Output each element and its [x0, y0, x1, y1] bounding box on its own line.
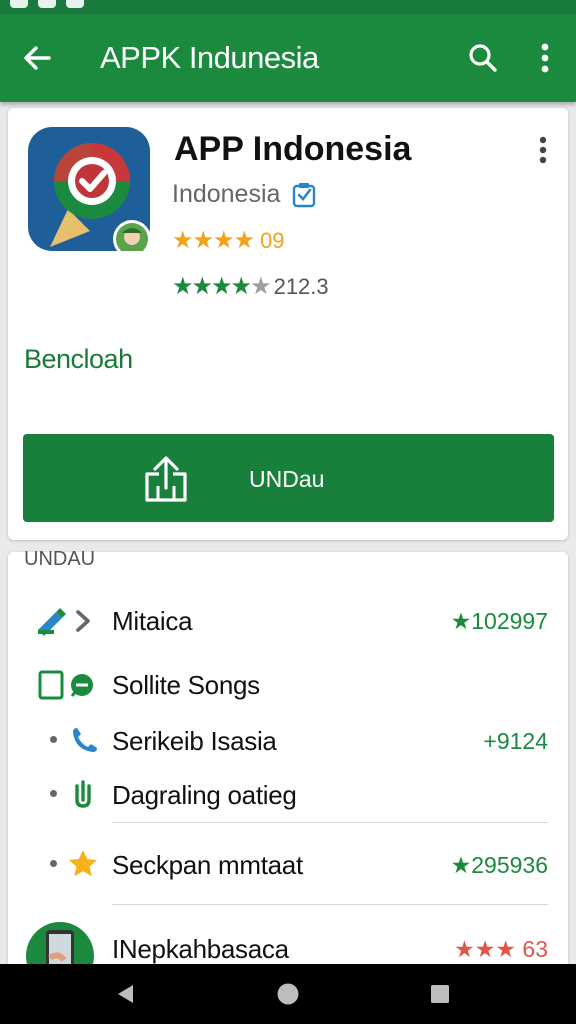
review-row: ★★★★★ 212.3 [172, 272, 329, 301]
developer-row[interactable]: Indonesia [172, 180, 316, 209]
review-stars: ★★★★★ [172, 273, 272, 300]
app-bar: APPK Indunesia [0, 14, 576, 102]
bullet [50, 790, 57, 797]
rating-stars: ★★★★ [172, 227, 255, 254]
developer-name: Indonesia [172, 180, 281, 208]
search-button[interactable] [459, 34, 507, 82]
square-recents-icon [431, 985, 449, 1003]
chat-page-icon [36, 668, 98, 700]
navigation-bar [0, 964, 576, 1024]
divider [112, 822, 548, 823]
list-item-value: ★295936 [450, 852, 548, 878]
list-item-label: Sollite Songs [112, 670, 260, 700]
list-item-value: ★102997 [450, 608, 548, 634]
back-button[interactable] [13, 34, 61, 82]
edit-pencil-icon [34, 604, 96, 636]
more-vert-icon [539, 136, 547, 164]
list-item[interactable]: Serikeib Isasia +9124 [8, 712, 568, 766]
download-icon [66, 778, 100, 810]
app-icon [28, 127, 151, 258]
rating-value: 09 [260, 227, 285, 253]
list-item-label: Mitaica [112, 606, 193, 636]
list-item-label: Dagraling oatieg [112, 780, 297, 810]
share-upload-icon [145, 456, 187, 502]
download-label: Bencloah [24, 344, 133, 374]
list-item-label: INepkahbasaca [112, 934, 289, 964]
more-vert-icon [541, 43, 549, 73]
divider [112, 904, 548, 905]
list-item[interactable]: Mitaica ★102997 [8, 592, 568, 646]
list-item[interactable]: Sollite Songs [8, 656, 568, 710]
list-item-label: Serikeib Isasia [112, 726, 277, 756]
app-bar-title: APPK Indunesia [100, 40, 319, 75]
list-item[interactable]: Seckpan mmtaat ★295936 [8, 836, 568, 890]
notification-icon [10, 0, 28, 8]
list-item-value: +9124 [483, 728, 548, 754]
nav-recents-button[interactable] [420, 978, 460, 1010]
app-detail-card: APP Indonesia Indonesia ★★★★ 09 ★★★★★ 21… [8, 108, 568, 540]
verified-badge-icon [293, 182, 316, 207]
list-item[interactable]: Dagraling oatieg [8, 766, 568, 820]
circle-home-icon [277, 983, 299, 1005]
phone-link-icon [66, 724, 100, 756]
app-more-button[interactable] [528, 130, 558, 170]
bullet [50, 860, 57, 867]
nav-home-button[interactable] [268, 978, 308, 1010]
app-logo-icon [50, 143, 151, 258]
app-name: APP Indonesia [174, 130, 412, 168]
install-button[interactable]: UNDau [23, 434, 554, 522]
nav-back-button[interactable] [106, 978, 146, 1010]
review-count: 212.3 [273, 273, 329, 299]
list-header: UNDAU [24, 548, 96, 570]
star-icon [66, 848, 100, 880]
list-card: UNDAU Mitaica ★102997 Sollite Songs Seri… [8, 548, 568, 972]
rating-row: ★★★★ 09 [172, 226, 285, 255]
notification-icon [38, 0, 56, 8]
triangle-back-icon [118, 985, 133, 1003]
install-button-label: UNDau [249, 466, 325, 492]
notification-icons [10, 0, 84, 10]
arrow-back-icon [24, 46, 51, 70]
search-icon [469, 44, 497, 72]
notification-icon [66, 0, 84, 8]
bullet [50, 736, 57, 743]
status-bar [0, 0, 576, 14]
overflow-menu-button[interactable] [521, 34, 569, 82]
list-item-value: ★★★ 63 [454, 936, 548, 962]
list-item-label: Seckpan mmtaat [112, 850, 303, 880]
